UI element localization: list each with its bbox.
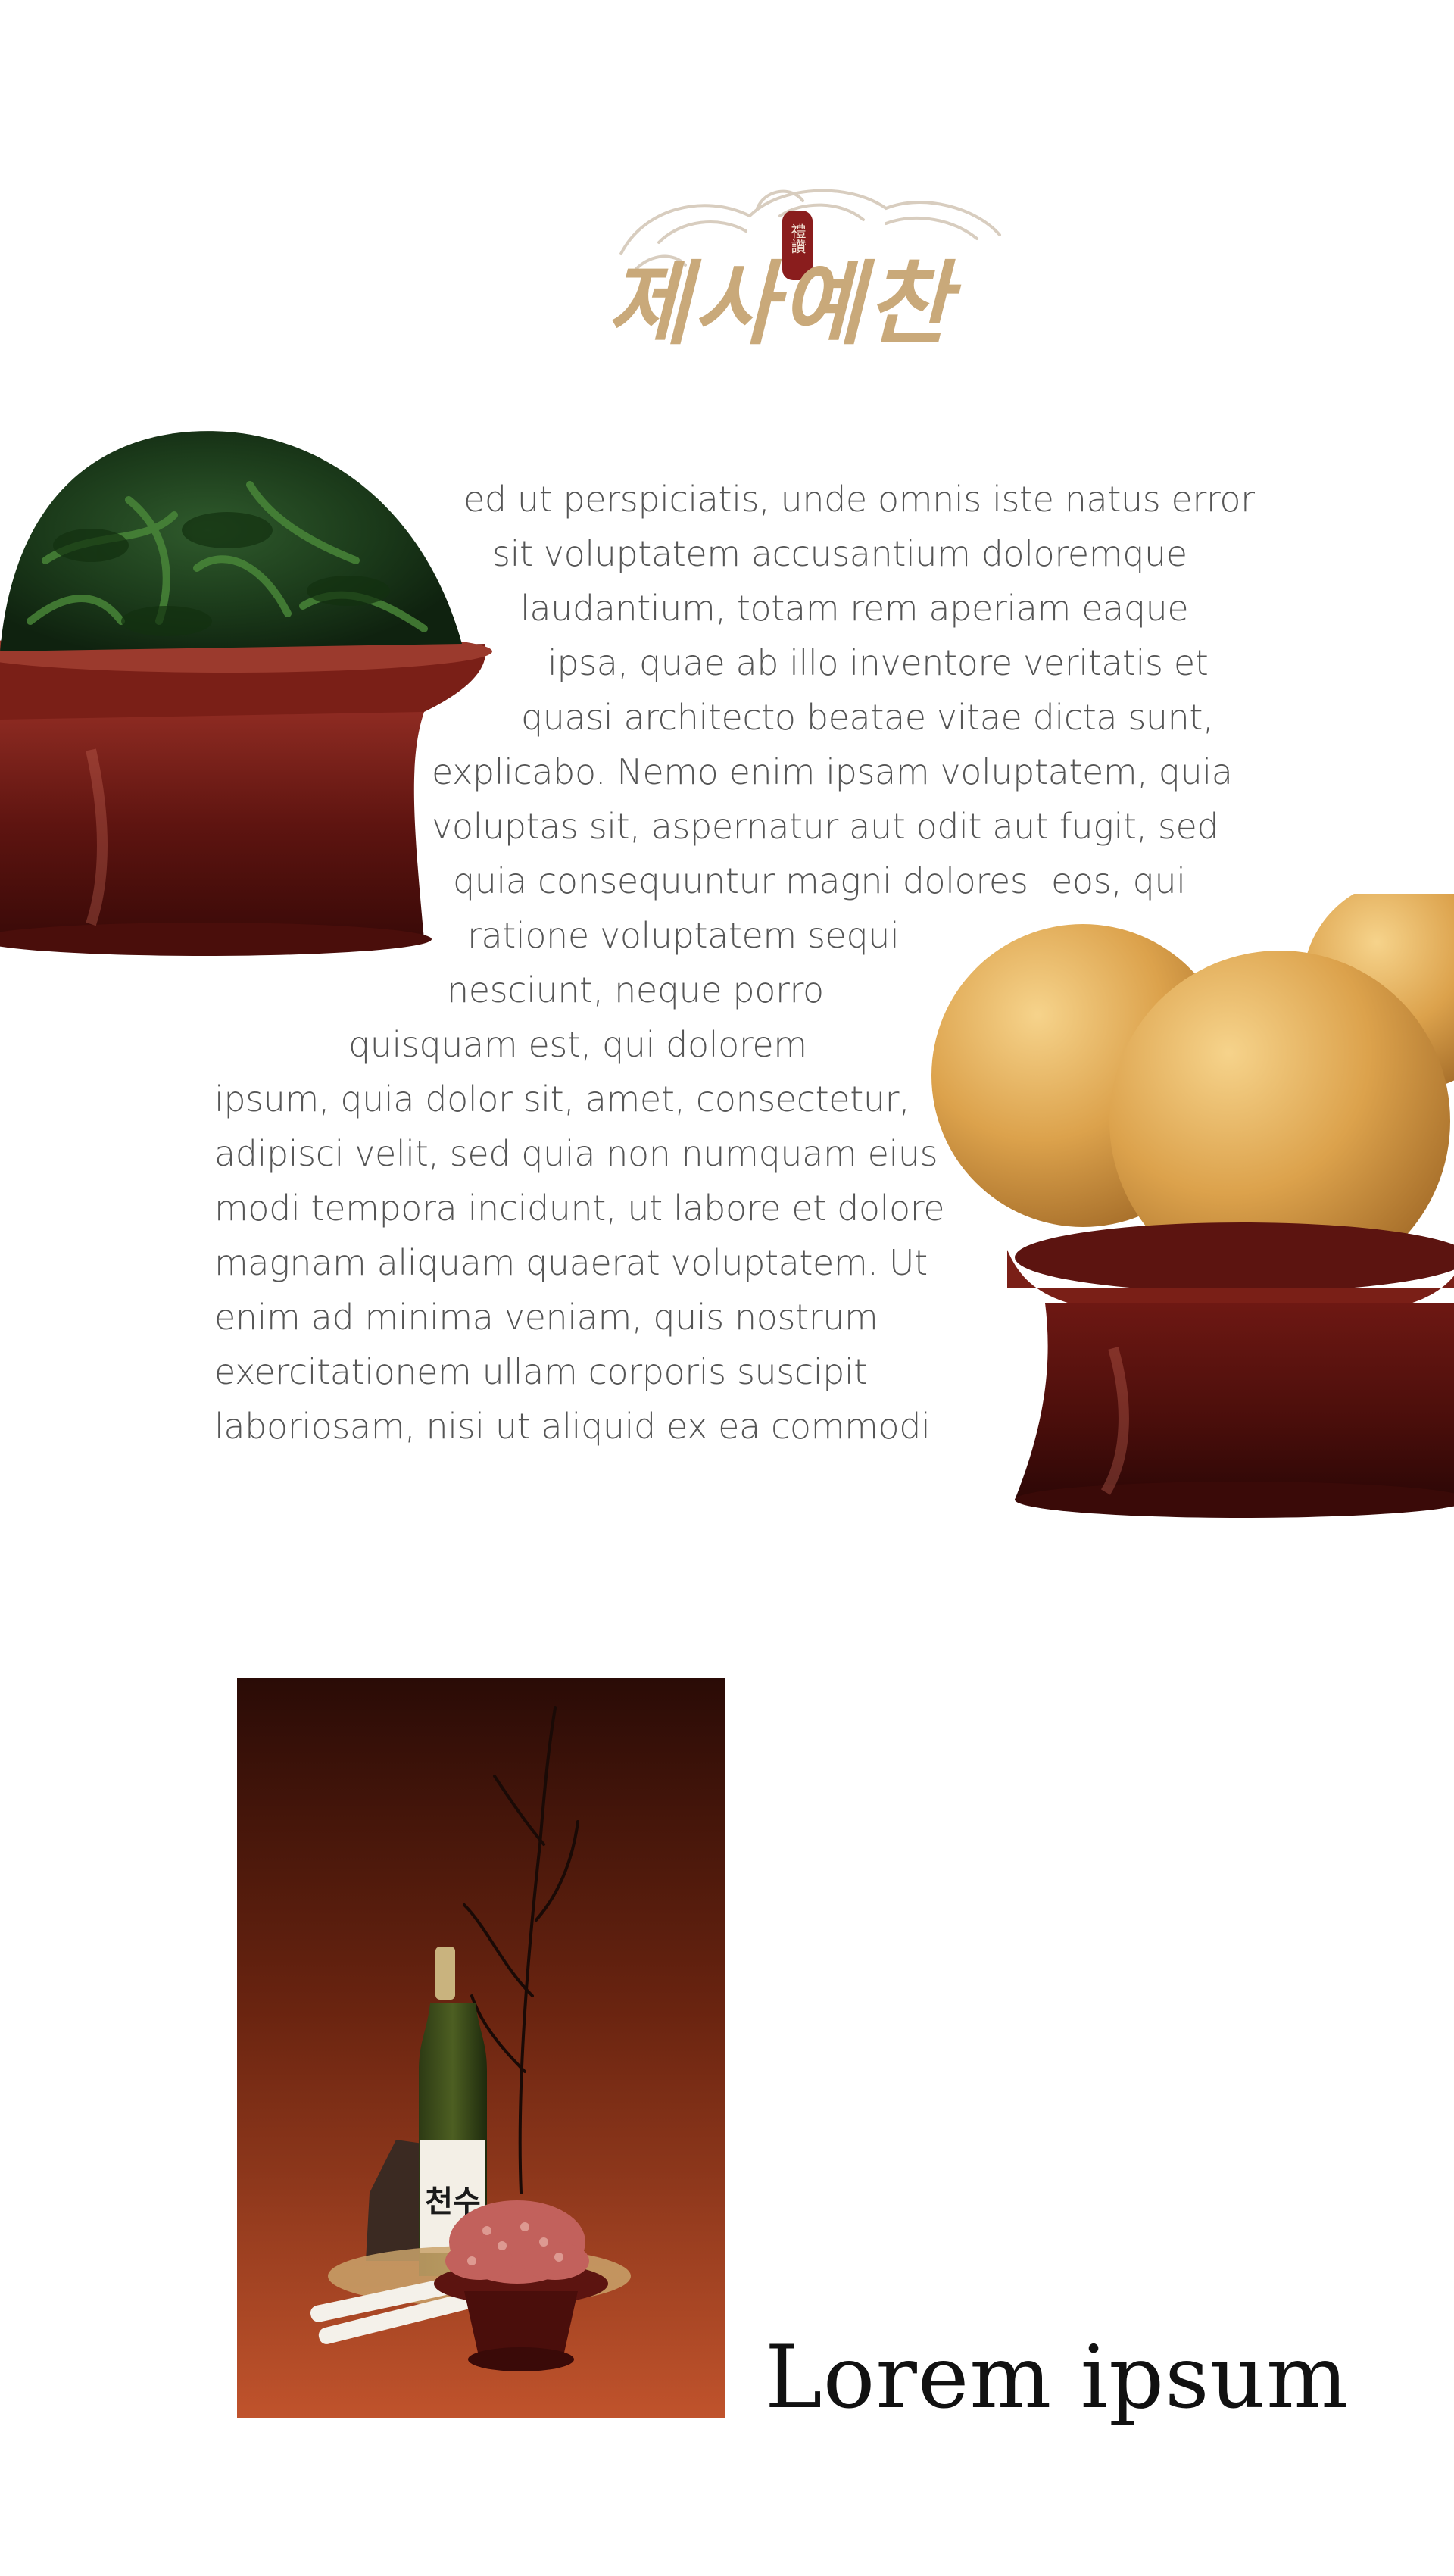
body-text-line: ipsa, quae ab illo inventore veritatis e…	[548, 642, 1209, 683]
body-text-line: voluptas sit, aspernatur aut odit aut fu…	[432, 806, 1219, 847]
spinach-dish-image	[0, 394, 500, 970]
body-text-line: magnam aliquam quaerat voluptatem. Ut	[214, 1242, 928, 1283]
pear-dish-image	[924, 894, 1454, 1530]
body-text-line: quasi architecto beatae vitae dicta sunt…	[521, 697, 1214, 738]
body-text-line: laboriosam, nisi ut aliquid ex ea commod…	[214, 1406, 931, 1447]
brand-logo: 禮讚 제사예찬	[530, 163, 1030, 360]
body-text-line: sit voluptatem accusantium doloremque	[492, 533, 1187, 574]
body-text-line: enim ad minima veniam, quis nostrum	[214, 1297, 878, 1338]
ritual-still-life-image: 천수	[237, 1678, 725, 2418]
body-text-line: eos, qui	[1051, 860, 1186, 901]
body-text-line: ed ut perspiciatis, unde omnis iste natu…	[463, 479, 1255, 520]
logo-wordmark: 제사예찬	[607, 252, 961, 358]
body-text-line: adipisci velit, sed quia non numquam eiu…	[214, 1133, 938, 1174]
body-text-line: ratione voluptatem sequi	[467, 915, 900, 956]
body-text-line: quisquam est, qui dolorem	[348, 1024, 807, 1065]
body-text-line: exercitationem ullam corporis suscipit	[214, 1351, 867, 1392]
body-text-line: nesciunt, neque porro	[447, 970, 824, 1010]
body-text-line: laudantium, totam rem aperiam eaque	[520, 588, 1189, 629]
body-text-line: modi tempora incidunt, ut labore et dolo…	[214, 1188, 945, 1229]
section-heading: Lorem ipsum	[765, 2327, 1349, 2428]
body-text-line: explicabo. Nemo enim ipsam voluptatem, q…	[432, 751, 1233, 792]
body-text-line: ipsum, quia dolor sit, amet, consectetur…	[214, 1079, 910, 1119]
body-text-line: quia consequuntur magni dolores	[453, 860, 1028, 901]
seal-text: 禮讚	[788, 223, 807, 254]
